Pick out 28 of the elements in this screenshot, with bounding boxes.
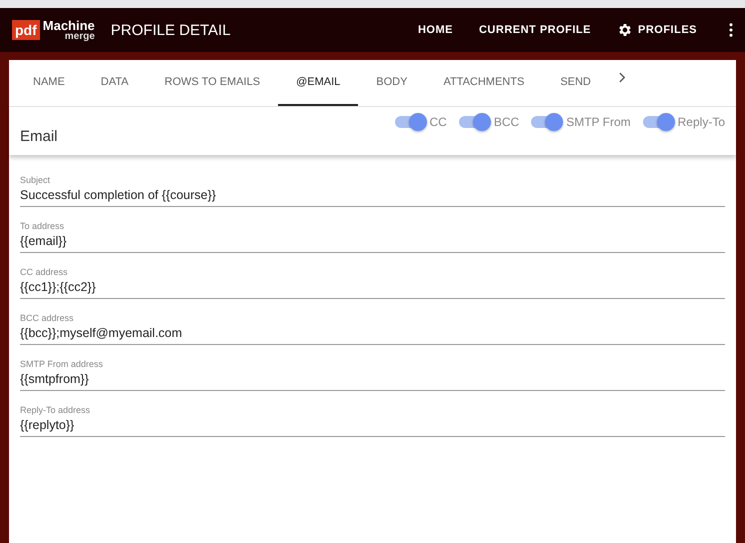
section-title: Email bbox=[20, 128, 58, 144]
text-field[interactable]: To address {{email}} bbox=[20, 221, 725, 253]
text-field[interactable]: BCC address {{bcc}};myself@myemail.com bbox=[20, 313, 725, 345]
nav-link[interactable]: CURRENT PROFILE bbox=[478, 24, 591, 36]
toggle-switch[interactable]: SMTP From bbox=[531, 115, 631, 129]
chevron-right-icon[interactable] bbox=[618, 72, 626, 82]
logo-badge: pdf bbox=[12, 20, 40, 40]
text-field[interactable]: Reply-To address {{replyto}} bbox=[20, 405, 725, 437]
logo-name: Machine bbox=[42, 18, 95, 32]
page-title: PROFILE DETAIL bbox=[110, 22, 231, 38]
toggle-switch[interactable]: Reply-To bbox=[642, 115, 725, 129]
text-field[interactable]: SMTP From address {{smtpfrom}} bbox=[20, 359, 725, 391]
settings-icon bbox=[616, 22, 633, 38]
logo-subtitle: merge bbox=[64, 32, 95, 42]
nav-link[interactable]: PROFILES bbox=[616, 22, 697, 38]
tab[interactable]: DATA bbox=[82, 60, 146, 106]
tab[interactable]: NAME bbox=[15, 60, 83, 106]
toggle-switch[interactable]: BCC bbox=[458, 115, 520, 129]
toggle-switch[interactable]: CC bbox=[394, 115, 447, 129]
tab[interactable]: ATTACHMENTS bbox=[425, 60, 542, 106]
nav-link[interactable]: HOME bbox=[418, 24, 453, 36]
tab[interactable]: @EMAIL bbox=[278, 60, 358, 106]
tab[interactable]: SEND bbox=[542, 60, 609, 106]
more-menu-icon[interactable] bbox=[729, 23, 733, 37]
text-field[interactable]: Subject Successful completion of {{course}} bbox=[20, 175, 725, 207]
tab[interactable]: ROWS TO EMAILS bbox=[146, 60, 278, 106]
tab[interactable]: BODY bbox=[358, 60, 426, 106]
text-field[interactable]: CC address {{cc1}};{{cc2}} bbox=[20, 267, 725, 299]
